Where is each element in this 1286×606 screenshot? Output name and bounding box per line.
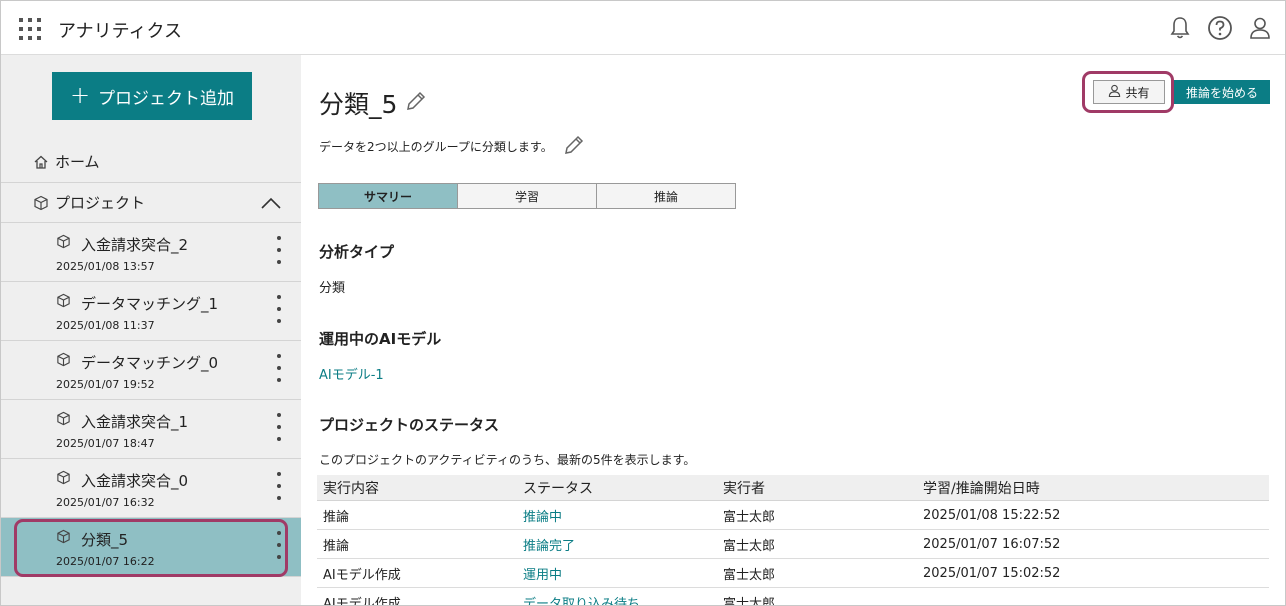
cell-action: 推論 <box>323 509 350 525</box>
table-row: 推論 推論中 富士太郎 2025/01/08 15:22:52 <box>317 501 1269 530</box>
cell-status-link[interactable]: 推論中 <box>517 506 717 525</box>
cell-status-link[interactable]: 運用中 <box>517 564 717 583</box>
tab-summary[interactable]: サマリー <box>318 183 458 209</box>
cell-user: 富士太郎 <box>723 567 776 583</box>
project-date: 2025/01/08 11:37 <box>56 319 155 332</box>
main-content: 分類_5 データを2つ以上のグループに分類します。 共有 推論を始める サマリー… <box>301 55 1285 606</box>
activity-table: 実行内容 ステータス 実行者 学習/推論開始日時 推論 推論中 富士太郎 202… <box>317 475 1269 606</box>
apps-grid-icon[interactable] <box>19 18 41 40</box>
sidebar-item-home-label: ホーム <box>55 153 100 171</box>
column-header: 実行者 <box>723 480 765 497</box>
header-actions <box>1167 15 1273 41</box>
home-icon <box>33 154 49 170</box>
cell-status-link[interactable]: 推論完了 <box>517 535 717 554</box>
page-title-text: 分類_5 <box>319 90 398 119</box>
cube-icon <box>56 293 71 312</box>
project-item[interactable]: 入金請求突合_0 2025/01/07 16:32 <box>1 459 301 518</box>
ai-model-link[interactable]: AIモデル-1 <box>319 364 384 383</box>
pencil-icon[interactable] <box>563 134 585 159</box>
bell-icon[interactable] <box>1167 15 1193 41</box>
project-date: 2025/01/08 13:57 <box>56 260 155 273</box>
cell-action: 推論 <box>323 538 350 554</box>
project-item[interactable]: データマッチング_1 2025/01/08 11:37 <box>1 282 301 341</box>
cell-user: 富士太郎 <box>723 509 776 525</box>
pencil-icon[interactable] <box>405 89 427 118</box>
table-row: 推論 推論完了 富士太郎 2025/01/07 16:07:52 <box>317 530 1269 559</box>
project-name: 入金請求突合_0 <box>81 472 189 490</box>
cube-icon <box>56 411 71 430</box>
kebab-menu-icon[interactable] <box>274 236 284 264</box>
plus-icon: + <box>69 81 91 109</box>
chevron-up-icon[interactable] <box>261 195 281 213</box>
status-note: このプロジェクトのアクティビティのうち、最新の5件を表示します。 <box>319 453 696 467</box>
column-header: ステータス <box>523 480 593 497</box>
cell-datetime: 2025/01/07 16:07:52 <box>923 536 1061 552</box>
table-header: 実行内容 ステータス 実行者 学習/推論開始日時 <box>317 475 1269 501</box>
status-heading: プロジェクトのステータス <box>319 416 500 434</box>
column-header: 学習/推論開始日時 <box>923 480 1040 497</box>
cell-datetime: 2025/01/07 15:02:52 <box>923 565 1061 581</box>
sidebar-item-home[interactable]: ホーム <box>1 141 301 183</box>
add-project-button[interactable]: + プロジェクト追加 <box>52 72 252 120</box>
help-icon[interactable] <box>1207 15 1233 41</box>
top-bar: アナリティクス <box>1 1 1285 55</box>
analysis-type-heading: 分析タイプ <box>319 243 395 261</box>
sidebar-item-project[interactable]: プロジェクト <box>1 183 301 223</box>
app-window: アナリティクス + プロジェクト追加 ホーム プロジェクト 入金請求突合_2 2… <box>0 0 1286 606</box>
sidebar-item-project-label: プロジェクト <box>55 194 146 212</box>
cube-icon <box>56 234 71 253</box>
share-button-highlight <box>1082 71 1174 113</box>
cell-status-link[interactable]: データ取り込み待ち <box>517 593 717 606</box>
cell-action: AIモデル作成 <box>323 596 401 606</box>
page-description-text: データを2つ以上のグループに分類します。 <box>319 140 553 154</box>
cube-icon <box>33 195 49 211</box>
project-item[interactable]: 入金請求突合_2 2025/01/08 13:57 <box>1 223 301 282</box>
cell-action: AIモデル作成 <box>323 567 401 583</box>
project-name: 入金請求突合_1 <box>81 413 189 431</box>
table-row: AIモデル作成 運用中 富士太郎 2025/01/07 15:02:52 <box>317 559 1269 588</box>
kebab-menu-icon[interactable] <box>274 472 284 500</box>
cell-user: 富士太郎 <box>723 538 776 554</box>
column-header: 実行内容 <box>323 480 379 497</box>
cell-datetime: 2025/01/08 15:22:52 <box>923 507 1061 523</box>
tab-training[interactable]: 学習 <box>457 183 597 209</box>
kebab-menu-icon[interactable] <box>274 413 284 441</box>
analysis-type-value: 分類 <box>319 281 346 296</box>
ai-model-heading: 運用中のAIモデル <box>319 330 442 348</box>
selected-project-highlight <box>14 519 288 577</box>
page-description: データを2つ以上のグループに分類します。 <box>319 134 585 159</box>
app-title: アナリティクス <box>58 21 183 42</box>
cube-icon <box>56 352 71 371</box>
project-date: 2025/01/07 19:52 <box>56 378 155 391</box>
cell-user: 富士太郎 <box>723 596 776 606</box>
kebab-menu-icon[interactable] <box>274 295 284 323</box>
table-row: AIモデル作成 データ取り込み待ち 富士太郎 <box>317 588 1269 606</box>
project-name: データマッチング_0 <box>81 354 219 372</box>
tab-inference[interactable]: 推論 <box>596 183 736 209</box>
tab-bar: サマリー 学習 推論 <box>318 183 736 209</box>
project-item[interactable]: 入金請求突合_1 2025/01/07 18:47 <box>1 400 301 459</box>
project-date: 2025/01/07 18:47 <box>56 437 155 450</box>
add-project-label: プロジェクト追加 <box>98 88 235 109</box>
page-title: 分類_5 <box>319 85 427 121</box>
project-date: 2025/01/07 16:32 <box>56 496 155 509</box>
project-name: データマッチング_1 <box>81 295 219 313</box>
project-item[interactable]: データマッチング_0 2025/01/07 19:52 <box>1 341 301 400</box>
kebab-menu-icon[interactable] <box>274 354 284 382</box>
user-icon[interactable] <box>1247 15 1273 41</box>
project-name: 入金請求突合_2 <box>81 236 189 254</box>
start-inference-button[interactable]: 推論を始める <box>1174 80 1270 104</box>
cube-icon <box>56 470 71 489</box>
